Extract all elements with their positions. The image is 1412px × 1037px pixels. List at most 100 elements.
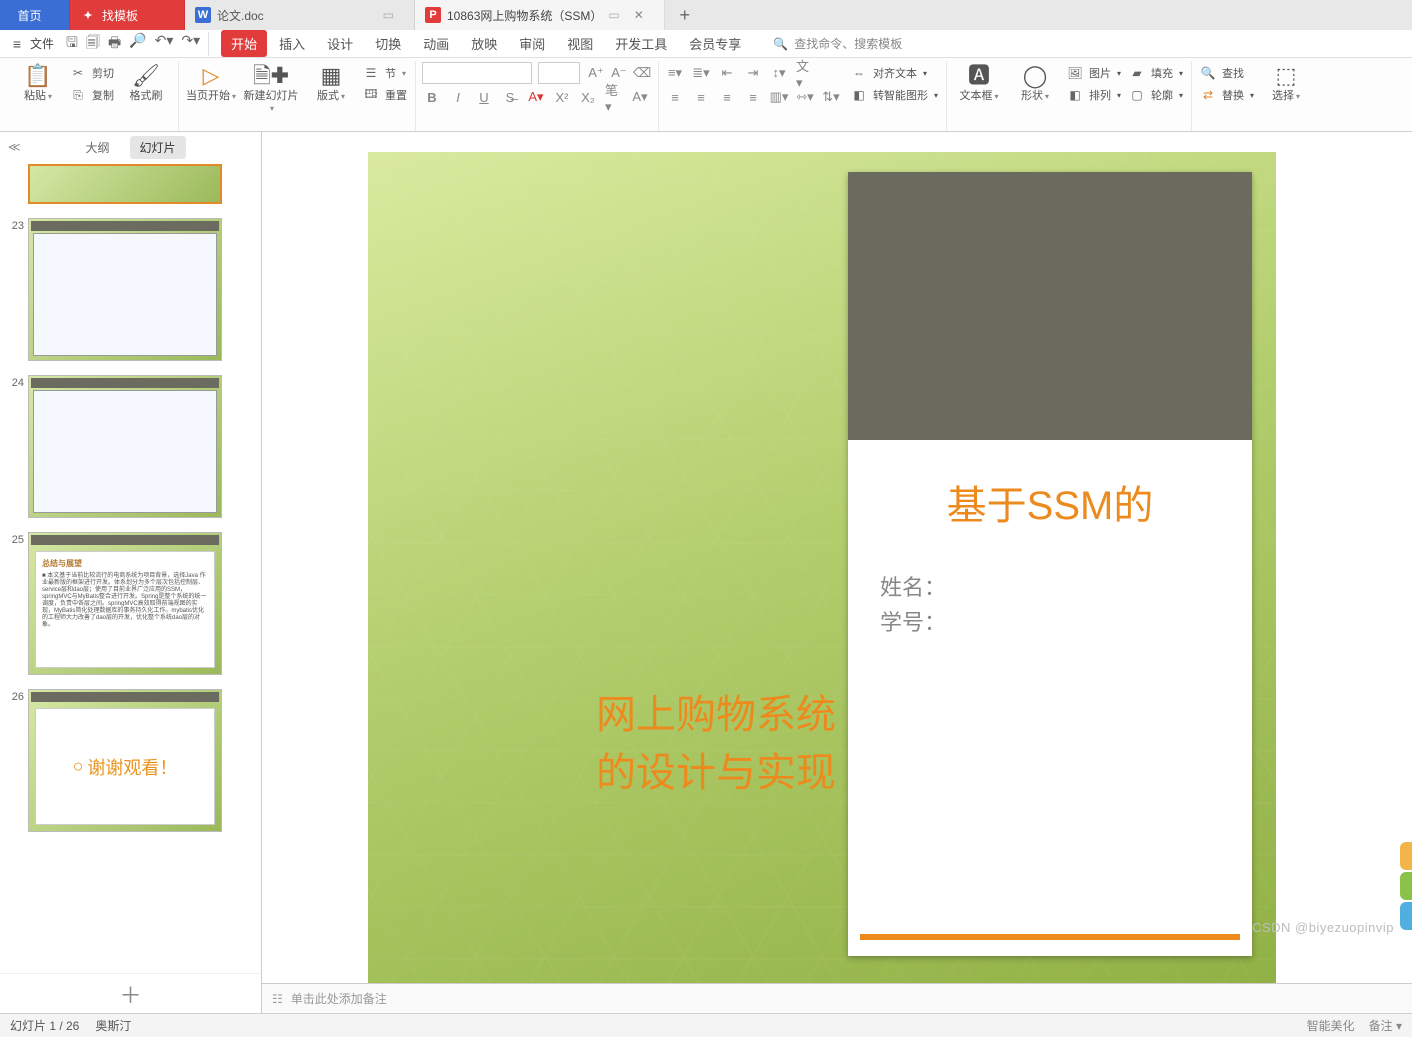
slide-canvas[interactable]: 网上购物系统的设计与实现 基于SSM的 姓名： 学号： bbox=[262, 132, 1412, 983]
tab-doc[interactable]: W 论文.doc ▭ bbox=[185, 0, 415, 30]
format-painter-button[interactable]: 🖌 格式刷 bbox=[120, 63, 172, 102]
cut-button[interactable]: ✂ 剪切 bbox=[68, 63, 116, 83]
notes-bar[interactable]: ☷ 单击此处添加备注 bbox=[262, 983, 1412, 1013]
ribbon-tab-animation[interactable]: 动画 bbox=[413, 30, 459, 57]
shape-button[interactable]: ◯形状 bbox=[1009, 63, 1061, 103]
numbering-icon[interactable]: ≣▾ bbox=[691, 63, 711, 83]
side-btn-1[interactable] bbox=[1400, 842, 1412, 870]
dist-h-icon[interactable]: ⇿▾ bbox=[795, 87, 815, 107]
outline-button[interactable]: ▢轮廓▾ bbox=[1127, 85, 1185, 105]
align-left-icon[interactable]: ≡ bbox=[665, 87, 685, 107]
tab-ppt[interactable]: P 10863网上购物系统（SSM） ▭ ✕ bbox=[415, 0, 665, 30]
reset-button[interactable]: 🖽重置 bbox=[361, 85, 409, 105]
qat-print-icon[interactable]: 🖶 bbox=[108, 32, 121, 56]
reset-icon: 🖽 bbox=[363, 85, 379, 106]
tab-outline[interactable]: 大纲 bbox=[75, 136, 119, 159]
align-text-button[interactable]: ⇔对齐文本▾ bbox=[849, 63, 940, 83]
layout-button[interactable]: ▦ 版式 bbox=[305, 63, 357, 103]
ribbon-tab-review[interactable]: 审阅 bbox=[509, 30, 555, 57]
slide[interactable]: 网上购物系统的设计与实现 基于SSM的 姓名： 学号： bbox=[368, 152, 1276, 983]
ribbon-tab-start[interactable]: 开始 bbox=[221, 30, 267, 57]
replace-button[interactable]: ⇄替换▾ bbox=[1198, 85, 1256, 105]
ppt-window-icon[interactable]: ▭ bbox=[608, 8, 619, 22]
qat-undo-icon[interactable]: ↶▾ bbox=[155, 32, 174, 56]
ribbon-tab-vip[interactable]: 会员专享 bbox=[679, 30, 751, 57]
italic-icon[interactable]: I bbox=[448, 87, 468, 107]
columns-icon[interactable]: ▥▾ bbox=[769, 87, 789, 107]
cut-icon: ✂ bbox=[70, 66, 86, 80]
change-case-icon[interactable]: 笔▾ bbox=[604, 87, 624, 107]
paste-button[interactable]: 📋 粘贴 bbox=[12, 63, 64, 103]
font-effects-icon[interactable]: A▾ bbox=[630, 87, 650, 107]
status-slide-count: 幻灯片 1 / 26 bbox=[10, 1017, 79, 1034]
status-bar: 幻灯片 1 / 26 奥斯汀 智能美化 备注 ▾ bbox=[0, 1013, 1412, 1037]
thumbnail-24[interactable]: 欢迎进入后台管理系统 bbox=[28, 375, 222, 518]
shape-label: 形状 bbox=[1021, 90, 1049, 103]
thumbnail-list[interactable]: 23 欢迎进入后台管理系统 24 欢迎进入后台管理系统 25 bbox=[0, 162, 261, 973]
thumbnail-23[interactable]: 欢迎进入后台管理系统 bbox=[28, 218, 222, 361]
qat-redo-icon[interactable]: ↷▾ bbox=[181, 32, 200, 56]
section-button[interactable]: ☰节▾ bbox=[361, 63, 409, 83]
font-size-input[interactable] bbox=[538, 62, 580, 84]
ribbon-tab-slideshow[interactable]: 放映 bbox=[461, 30, 507, 57]
new-slide-button[interactable]: 🗎✚ 新建幻灯片 bbox=[241, 63, 301, 115]
ribbon-tab-dev[interactable]: 开发工具 bbox=[605, 30, 677, 57]
thumb-25-title: 总结与展望 bbox=[42, 559, 82, 568]
thumbnail-row: 26 ○谢谢观看！ bbox=[4, 689, 257, 832]
arrange-button[interactable]: ◧排列▾ bbox=[1065, 85, 1123, 105]
cut-label: 剪切 bbox=[92, 65, 114, 81]
smartart-button[interactable]: ◧转智能图形▾ bbox=[849, 85, 940, 105]
line-spacing-icon[interactable]: ↕▾ bbox=[769, 63, 789, 83]
ribbon-tab-design[interactable]: 设计 bbox=[317, 30, 363, 57]
align-right-icon[interactable]: ≡ bbox=[717, 87, 737, 107]
add-slide-button[interactable]: ＋ bbox=[0, 973, 261, 1013]
tab-slides[interactable]: 幻灯片 bbox=[130, 136, 186, 159]
side-btn-3[interactable] bbox=[1400, 902, 1412, 930]
thumbnail-26[interactable]: ○谢谢观看！ bbox=[28, 689, 222, 832]
text-direction-icon[interactable]: 文▾ bbox=[795, 63, 815, 83]
indent-dec-icon[interactable]: ⇤ bbox=[717, 63, 737, 83]
bullets-icon[interactable]: ≡▾ bbox=[665, 63, 685, 83]
tab-home[interactable]: 首页 bbox=[0, 0, 70, 30]
doc-window-icon[interactable]: ▭ bbox=[383, 8, 394, 22]
ribbon-tab-view[interactable]: 视图 bbox=[557, 30, 603, 57]
from-current-button[interactable]: ▷ 当页开始 bbox=[185, 63, 237, 103]
highlight-icon[interactable]: X² bbox=[552, 87, 572, 107]
fill-button[interactable]: ▰填充▾ bbox=[1127, 63, 1185, 83]
tab-template[interactable]: ✦ 找模板 bbox=[70, 0, 185, 30]
subscript-icon[interactable]: X₂ bbox=[578, 87, 598, 107]
new-tab-button[interactable]: + bbox=[665, 0, 705, 30]
thumbnail-25[interactable]: 总结与展望■ 本文基于当前比较流行的电商系统为项目背景，选择Java 作业最新版… bbox=[28, 532, 222, 675]
bold-icon[interactable]: B bbox=[422, 87, 442, 107]
thumbnail-partial[interactable] bbox=[28, 164, 222, 204]
hamburger-icon[interactable]: ≡ bbox=[8, 35, 26, 53]
qat-preview-icon[interactable]: 🔎 bbox=[129, 32, 146, 56]
strike-icon[interactable]: S̶ bbox=[500, 87, 520, 107]
picture-button[interactable]: 🖼图片▾ bbox=[1065, 63, 1123, 83]
new-slide-label: 新建幻灯片 bbox=[241, 90, 301, 115]
dist-v-icon[interactable]: ⇅▾ bbox=[821, 87, 841, 107]
ribbon-tab-insert[interactable]: 插入 bbox=[269, 30, 315, 57]
increase-font-icon[interactable]: A⁺ bbox=[586, 63, 606, 83]
clear-format-icon[interactable]: ⌫ bbox=[632, 63, 652, 83]
align-center-icon[interactable]: ≡ bbox=[691, 87, 711, 107]
align-justify-icon[interactable]: ≡ bbox=[743, 87, 763, 107]
textbox-button[interactable]: 🅰文本框 bbox=[953, 63, 1005, 103]
file-menu[interactable]: 文件 bbox=[30, 35, 54, 52]
indent-inc-icon[interactable]: ⇥ bbox=[743, 63, 763, 83]
qat-save-icon[interactable]: 🖫 bbox=[66, 32, 78, 56]
collapse-panel-icon[interactable]: ≪ bbox=[8, 140, 21, 154]
select-button[interactable]: ⬚选择 bbox=[1260, 63, 1312, 103]
status-notes[interactable]: 备注 ▾ bbox=[1369, 1017, 1402, 1034]
font-color-icon[interactable]: A▾ bbox=[526, 87, 546, 107]
ribbon-tab-transition[interactable]: 切换 bbox=[365, 30, 411, 57]
side-btn-2[interactable] bbox=[1400, 872, 1412, 900]
font-name-input[interactable] bbox=[422, 62, 532, 84]
close-icon[interactable]: ✕ bbox=[634, 8, 644, 22]
ribbon-search[interactable]: 🔍 查找命令、搜索模板 bbox=[773, 35, 902, 52]
find-button[interactable]: 🔍查找 bbox=[1198, 63, 1256, 83]
copy-button[interactable]: ⎘复制 bbox=[68, 85, 116, 105]
status-smart-beautify[interactable]: 智能美化 bbox=[1307, 1017, 1355, 1034]
qat-saveas-icon[interactable]: 🗐 bbox=[86, 32, 100, 56]
underline-icon[interactable]: U bbox=[474, 87, 494, 107]
